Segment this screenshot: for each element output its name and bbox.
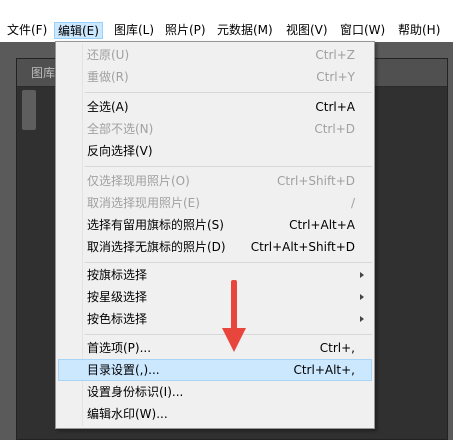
menu-item-select-by-color[interactable]: 按色标选择: [58, 308, 372, 330]
panel-scrollbar-thumb[interactable]: [22, 90, 36, 130]
menu-window[interactable]: 窗口(W): [337, 22, 388, 39]
menu-item-undo: 还原(U) Ctrl+Z: [87, 48, 355, 62]
menu-item-select-none: 全部不选(N) Ctrl+D: [87, 122, 355, 136]
submenu-arrow-icon: [360, 316, 364, 322]
menu-item-select-active-only: 仅选择现用照片(O) Ctrl+Shift+D: [87, 174, 355, 188]
menu-item-catalog-settings[interactable]: 目录设置(,)... Ctrl+Alt+,: [58, 359, 372, 381]
menu-item-preferences[interactable]: 首选项(P)... Ctrl+,: [58, 337, 372, 359]
menu-photo[interactable]: 照片(P): [162, 22, 209, 39]
submenu-arrow-icon: [360, 272, 364, 278]
menu-library[interactable]: 图库(L): [111, 22, 157, 39]
menu-separator: [85, 92, 372, 93]
menu-view[interactable]: 视图(V): [283, 22, 331, 39]
menu-file[interactable]: 文件(F): [4, 22, 50, 39]
menu-item-identity-plate[interactable]: 设置身份标识(I)...: [58, 381, 372, 403]
menu-edit[interactable]: 编辑(E): [54, 22, 103, 39]
red-arrow-icon: [222, 280, 246, 352]
menu-item-deselect-unflagged[interactable]: 取消选择无旗标的照片(D) Ctrl+Alt+Shift+D: [58, 236, 372, 258]
edit-menu-dropdown: 还原(U) Ctrl+Z 重做(R) Ctrl+Y 全选(A) Ctrl+A 全…: [55, 41, 375, 429]
menu-separator: [85, 166, 372, 167]
menu-separator: [85, 262, 372, 263]
menu-item-deselect-active: 取消选择现用照片(E) /: [87, 196, 355, 210]
menu-item-select-by-flag[interactable]: 按旗标选择: [58, 264, 372, 286]
menu-bar: 文件(F) 编辑(E) 图库(L) 照片(P) 元数据(M) 视图(V) 窗口(…: [0, 0, 453, 42]
menu-item-watermarks[interactable]: 编辑水印(W)...: [58, 403, 372, 425]
submenu-arrow-icon: [360, 294, 364, 300]
library-panel-title: 图库: [31, 66, 56, 80]
menu-item-redo: 重做(R) Ctrl+Y: [87, 70, 355, 84]
menu-item-select-all[interactable]: 全选(A) Ctrl+A: [58, 96, 372, 118]
menu-metadata[interactable]: 元数据(M): [214, 22, 276, 39]
menu-item-invert-selection[interactable]: 反向选择(V): [58, 140, 372, 162]
menu-item-select-by-rating[interactable]: 按星级选择: [58, 286, 372, 308]
menu-item-select-flagged[interactable]: 选择有留用旗标的照片(S) Ctrl+Alt+A: [58, 214, 372, 236]
menu-help[interactable]: 帮助(H): [395, 22, 443, 39]
